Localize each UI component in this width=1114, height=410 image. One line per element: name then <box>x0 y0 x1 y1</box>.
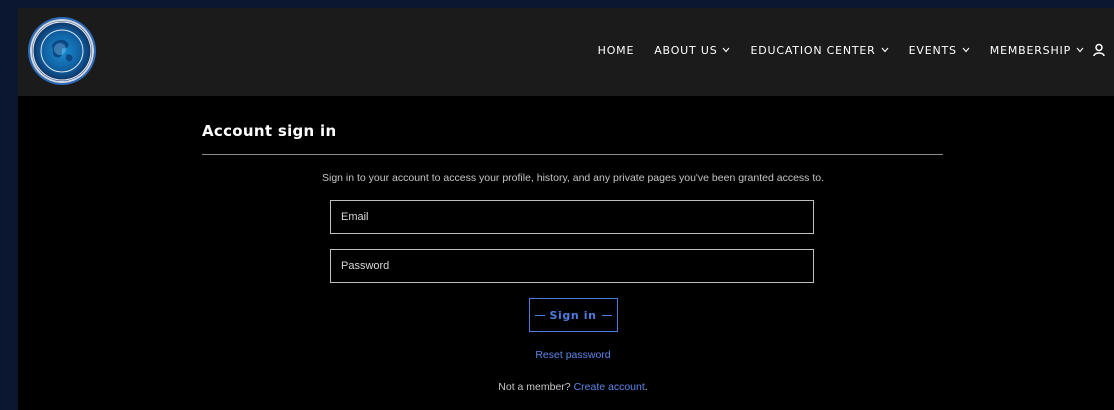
dash-decoration <box>601 314 612 316</box>
email-field[interactable] <box>330 200 814 234</box>
sign-in-section: Account sign in Sign in to your account … <box>202 96 944 393</box>
main-nav: HOME ABOUT US EDUCATION CENTER EVENTS ME… <box>598 44 1084 57</box>
nav-events-label: EVENTS <box>908 44 957 57</box>
nav-membership-label: MEMBERSHIP <box>989 44 1071 57</box>
not-member-text: Not a member? <box>498 381 574 393</box>
nav-about-us-label: ABOUT US <box>654 44 718 57</box>
site-logo[interactable] <box>30 19 94 83</box>
create-account-suffix: . <box>644 381 648 393</box>
sign-in-label: Sign in <box>549 308 597 322</box>
title-divider <box>202 154 943 155</box>
nav-events[interactable]: EVENTS <box>909 44 970 57</box>
password-field[interactable] <box>330 249 814 283</box>
chevron-down-icon <box>962 46 970 55</box>
create-account-link[interactable]: Create account <box>574 381 645 393</box>
chevron-down-icon <box>722 46 730 55</box>
nav-home-label: HOME <box>597 44 635 57</box>
member-prompt: Not a member? Create account. <box>202 381 944 393</box>
chevron-down-icon <box>1076 46 1084 55</box>
chevron-down-icon <box>881 46 889 55</box>
site-header: HOME ABOUT US EDUCATION CENTER EVENTS ME… <box>18 8 1114 96</box>
page-frame: HOME ABOUT US EDUCATION CENTER EVENTS ME… <box>18 8 1114 410</box>
page-title: Account sign in <box>202 122 337 140</box>
nav-about-us[interactable]: ABOUT US <box>654 44 730 57</box>
sign-in-intro: Sign in to your account to access your p… <box>321 172 825 184</box>
nav-membership[interactable]: MEMBERSHIP <box>990 44 1084 57</box>
globe-logo-icon <box>32 21 92 81</box>
user-icon[interactable] <box>1092 43 1106 57</box>
nav-education-center[interactable]: EDUCATION CENTER <box>750 44 889 57</box>
nav-education-center-label: EDUCATION CENTER <box>750 44 876 57</box>
dash-decoration <box>534 314 545 316</box>
nav-home[interactable]: HOME <box>598 44 635 57</box>
reset-password-link[interactable]: Reset password <box>202 349 944 361</box>
sign-in-button[interactable]: Sign in <box>528 298 618 332</box>
